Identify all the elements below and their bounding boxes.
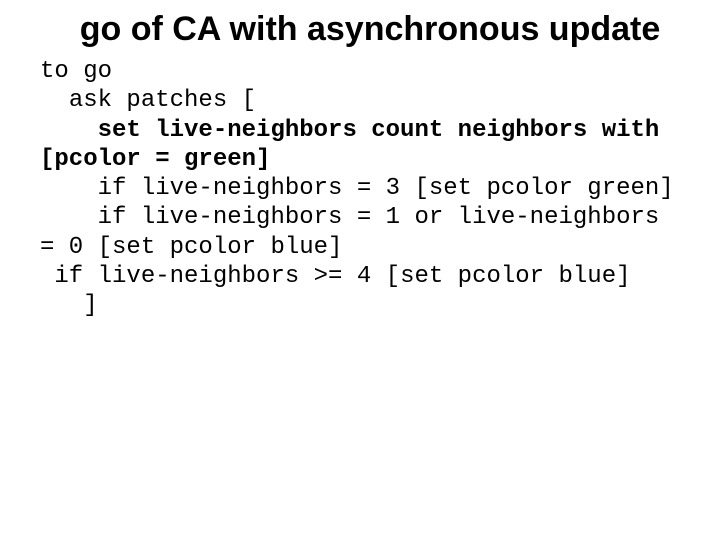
slide-title: go of CA with asynchronous update — [60, 10, 680, 55]
code-line-bold: set live-neighbors count neighbors with … — [40, 117, 674, 173]
code-line-indent — [40, 117, 98, 144]
code-line: to go — [40, 58, 112, 85]
code-line: ask patches [ — [40, 87, 256, 114]
code-line: if live-neighbors = 1 or live-neighbors … — [40, 204, 674, 260]
code-line: if live-neighbors >= 4 [set pcolor blue] — [40, 263, 631, 290]
code-line: ] — [40, 292, 98, 319]
code-line: if live-neighbors = 3 [set pcolor green] — [40, 175, 674, 202]
code-block: to go ask patches [ set live-neighbors c… — [40, 57, 680, 320]
